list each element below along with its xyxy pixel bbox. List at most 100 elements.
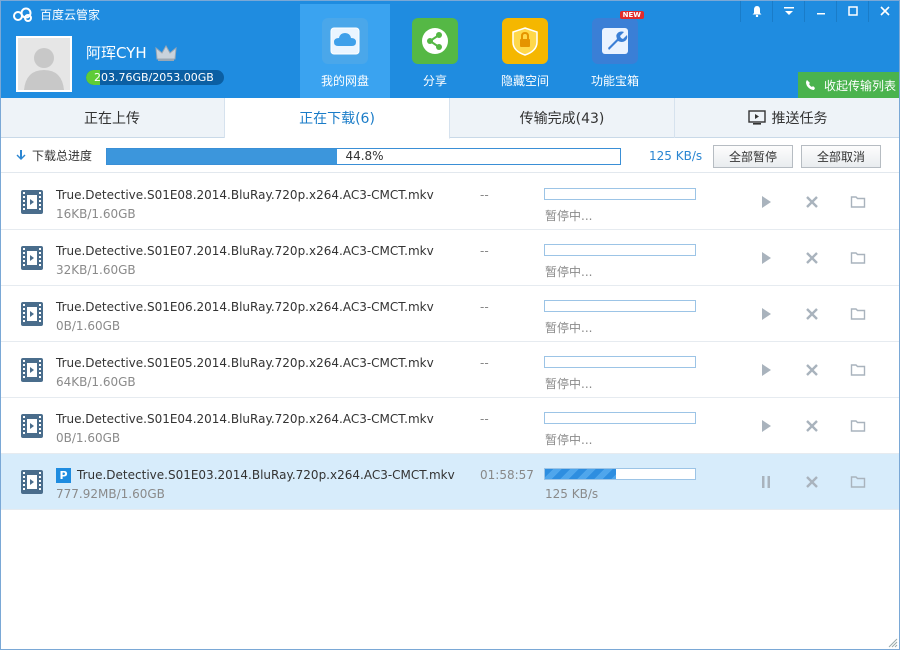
play-icon[interactable] (758, 362, 774, 378)
row-progress-bar (544, 356, 696, 368)
remaining-time: -- (480, 300, 489, 314)
pause-all-button[interactable]: 全部暂停 (713, 145, 793, 168)
cancel-download-icon[interactable] (804, 306, 820, 322)
download-list: True.Detective.S01E08.2014.BluRay.720p.x… (0, 174, 900, 510)
nav-hidden-space-label: 隐藏空间 (500, 74, 549, 88)
cancel-download-icon[interactable] (804, 418, 820, 434)
video-file-icon (20, 189, 44, 215)
download-row[interactable]: True.Detective.S01E04.2014.BluRay.720p.x… (0, 398, 900, 454)
bell-icon[interactable] (740, 0, 772, 22)
nav-my-disk[interactable]: 我的网盘 (300, 4, 390, 98)
username: 阿珲CYH (86, 42, 177, 63)
minimize-icon[interactable] (804, 0, 836, 22)
app-title-bar: 百度云管家 (12, 6, 100, 23)
new-badge: NEW (619, 11, 644, 19)
quota-bar: 203.76GB/2053.00GB (86, 70, 224, 85)
video-file-icon (20, 413, 44, 439)
close-icon[interactable] (868, 0, 900, 22)
file-size: 16KB/1.60GB (56, 207, 136, 221)
remaining-time: -- (480, 188, 489, 202)
lock-icon (502, 18, 548, 64)
transfer-tabs: 正在上传 正在下载(6) 传输完成(43) 推送任务 (0, 98, 900, 139)
play-icon[interactable] (758, 194, 774, 210)
row-progress-fill (545, 469, 617, 479)
row-status: 暂停中... (545, 265, 593, 279)
header: 百度云管家 阿珲CYH 203.76GB/2053.00GB 我的网盘 分享 隐… (0, 0, 900, 98)
video-file-icon (20, 469, 44, 495)
nav-toolbox[interactable]: NEW 功能宝箱 (570, 4, 660, 98)
row-progress-bar (544, 468, 696, 480)
total-progress-bar: 44.8% (106, 148, 621, 165)
baidu-cloud-logo-icon (12, 7, 34, 23)
download-row[interactable]: True.Detective.S01E08.2014.BluRay.720p.x… (0, 174, 900, 230)
resize-grip-icon[interactable] (888, 638, 898, 648)
cancel-download-icon[interactable] (804, 474, 820, 490)
open-folder-icon[interactable] (850, 362, 866, 378)
open-folder-icon[interactable] (850, 306, 866, 322)
tab-uploading-label: 正在上传 (84, 111, 140, 127)
pause-icon[interactable] (758, 474, 774, 490)
crown-icon[interactable] (155, 44, 177, 62)
total-progress-label: 下载总进度 (32, 149, 93, 163)
file-name: True.Detective.S01E03.2014.BluRay.720p.x… (77, 468, 455, 482)
cloud-icon (322, 18, 368, 64)
nav-my-disk-label: 我的网盘 (320, 74, 369, 88)
row-status: 暂停中... (545, 209, 593, 223)
maximize-icon[interactable] (836, 0, 868, 22)
download-row[interactable]: True.Detective.S01E06.2014.BluRay.720p.x… (0, 286, 900, 342)
remaining-time: -- (480, 244, 489, 258)
download-arrow-icon (16, 149, 26, 160)
toolbox-icon: NEW (592, 11, 644, 64)
play-icon[interactable] (758, 306, 774, 322)
nav-share-label: 分享 (422, 74, 447, 88)
tab-uploading[interactable]: 正在上传 (0, 98, 225, 138)
open-folder-icon[interactable] (850, 418, 866, 434)
total-progress-row: 下载总进度 44.8% 125 KB/s 全部暂停 全部取消 (0, 139, 900, 173)
collapse-label: 收起传输列表 (824, 78, 897, 93)
video-file-icon (20, 357, 44, 383)
download-row[interactable]: True.Detective.S01E05.2014.BluRay.720p.x… (0, 342, 900, 398)
remaining-time: 01:58:57 (480, 468, 534, 482)
video-file-icon (20, 301, 44, 327)
phone-handset-icon (806, 80, 815, 90)
file-name: True.Detective.S01E07.2014.BluRay.720p.x… (56, 244, 434, 258)
play-icon[interactable] (758, 250, 774, 266)
username-text: 阿珲CYH (86, 44, 147, 62)
tab-push-task[interactable]: 推送任务 (675, 98, 900, 138)
row-status: 125 KB/s (545, 487, 599, 501)
file-name: True.Detective.S01E05.2014.BluRay.720p.x… (56, 356, 434, 370)
tab-downloading[interactable]: 正在下载(6) (225, 98, 450, 139)
tab-completed-label: 传输完成(43) (519, 111, 605, 127)
share-icon (412, 18, 458, 64)
play-icon[interactable] (758, 418, 774, 434)
total-speed: 125 KB/s (649, 149, 703, 163)
file-size: 777.92MB/1.60GB (56, 487, 165, 501)
open-folder-icon[interactable] (850, 250, 866, 266)
cancel-download-icon[interactable] (804, 194, 820, 210)
priority-badge: P (56, 468, 71, 483)
file-size: 64KB/1.60GB (56, 375, 136, 389)
cancel-download-icon[interactable] (804, 362, 820, 378)
video-file-icon (20, 245, 44, 271)
total-progress-percent: 44.8% (345, 149, 384, 163)
file-name: True.Detective.S01E04.2014.BluRay.720p.x… (56, 412, 434, 426)
tab-completed[interactable]: 传输完成(43) (450, 98, 675, 138)
app-title: 百度云管家 (40, 8, 101, 22)
file-name: True.Detective.S01E06.2014.BluRay.720p.x… (56, 300, 434, 314)
default-avatar-icon (18, 38, 70, 90)
nav-hidden-space[interactable]: 隐藏空间 (480, 4, 570, 98)
menu-icon[interactable] (772, 0, 804, 22)
row-progress-bar (544, 188, 696, 200)
avatar[interactable] (16, 36, 72, 92)
open-folder-icon[interactable] (850, 474, 866, 490)
collapse-transfer-list-button[interactable]: 收起传输列表 (798, 72, 900, 98)
remaining-time: -- (480, 356, 489, 370)
download-row[interactable]: True.Detective.S01E07.2014.BluRay.720p.x… (0, 230, 900, 286)
cancel-all-button[interactable]: 全部取消 (801, 145, 881, 168)
download-row[interactable]: P True.Detective.S01E03.2014.BluRay.720p.… (0, 454, 900, 510)
row-status: 暂停中... (545, 321, 593, 335)
cancel-download-icon[interactable] (804, 250, 820, 266)
nav-share[interactable]: 分享 (390, 4, 480, 98)
open-folder-icon[interactable] (850, 194, 866, 210)
window-controls (740, 0, 900, 22)
